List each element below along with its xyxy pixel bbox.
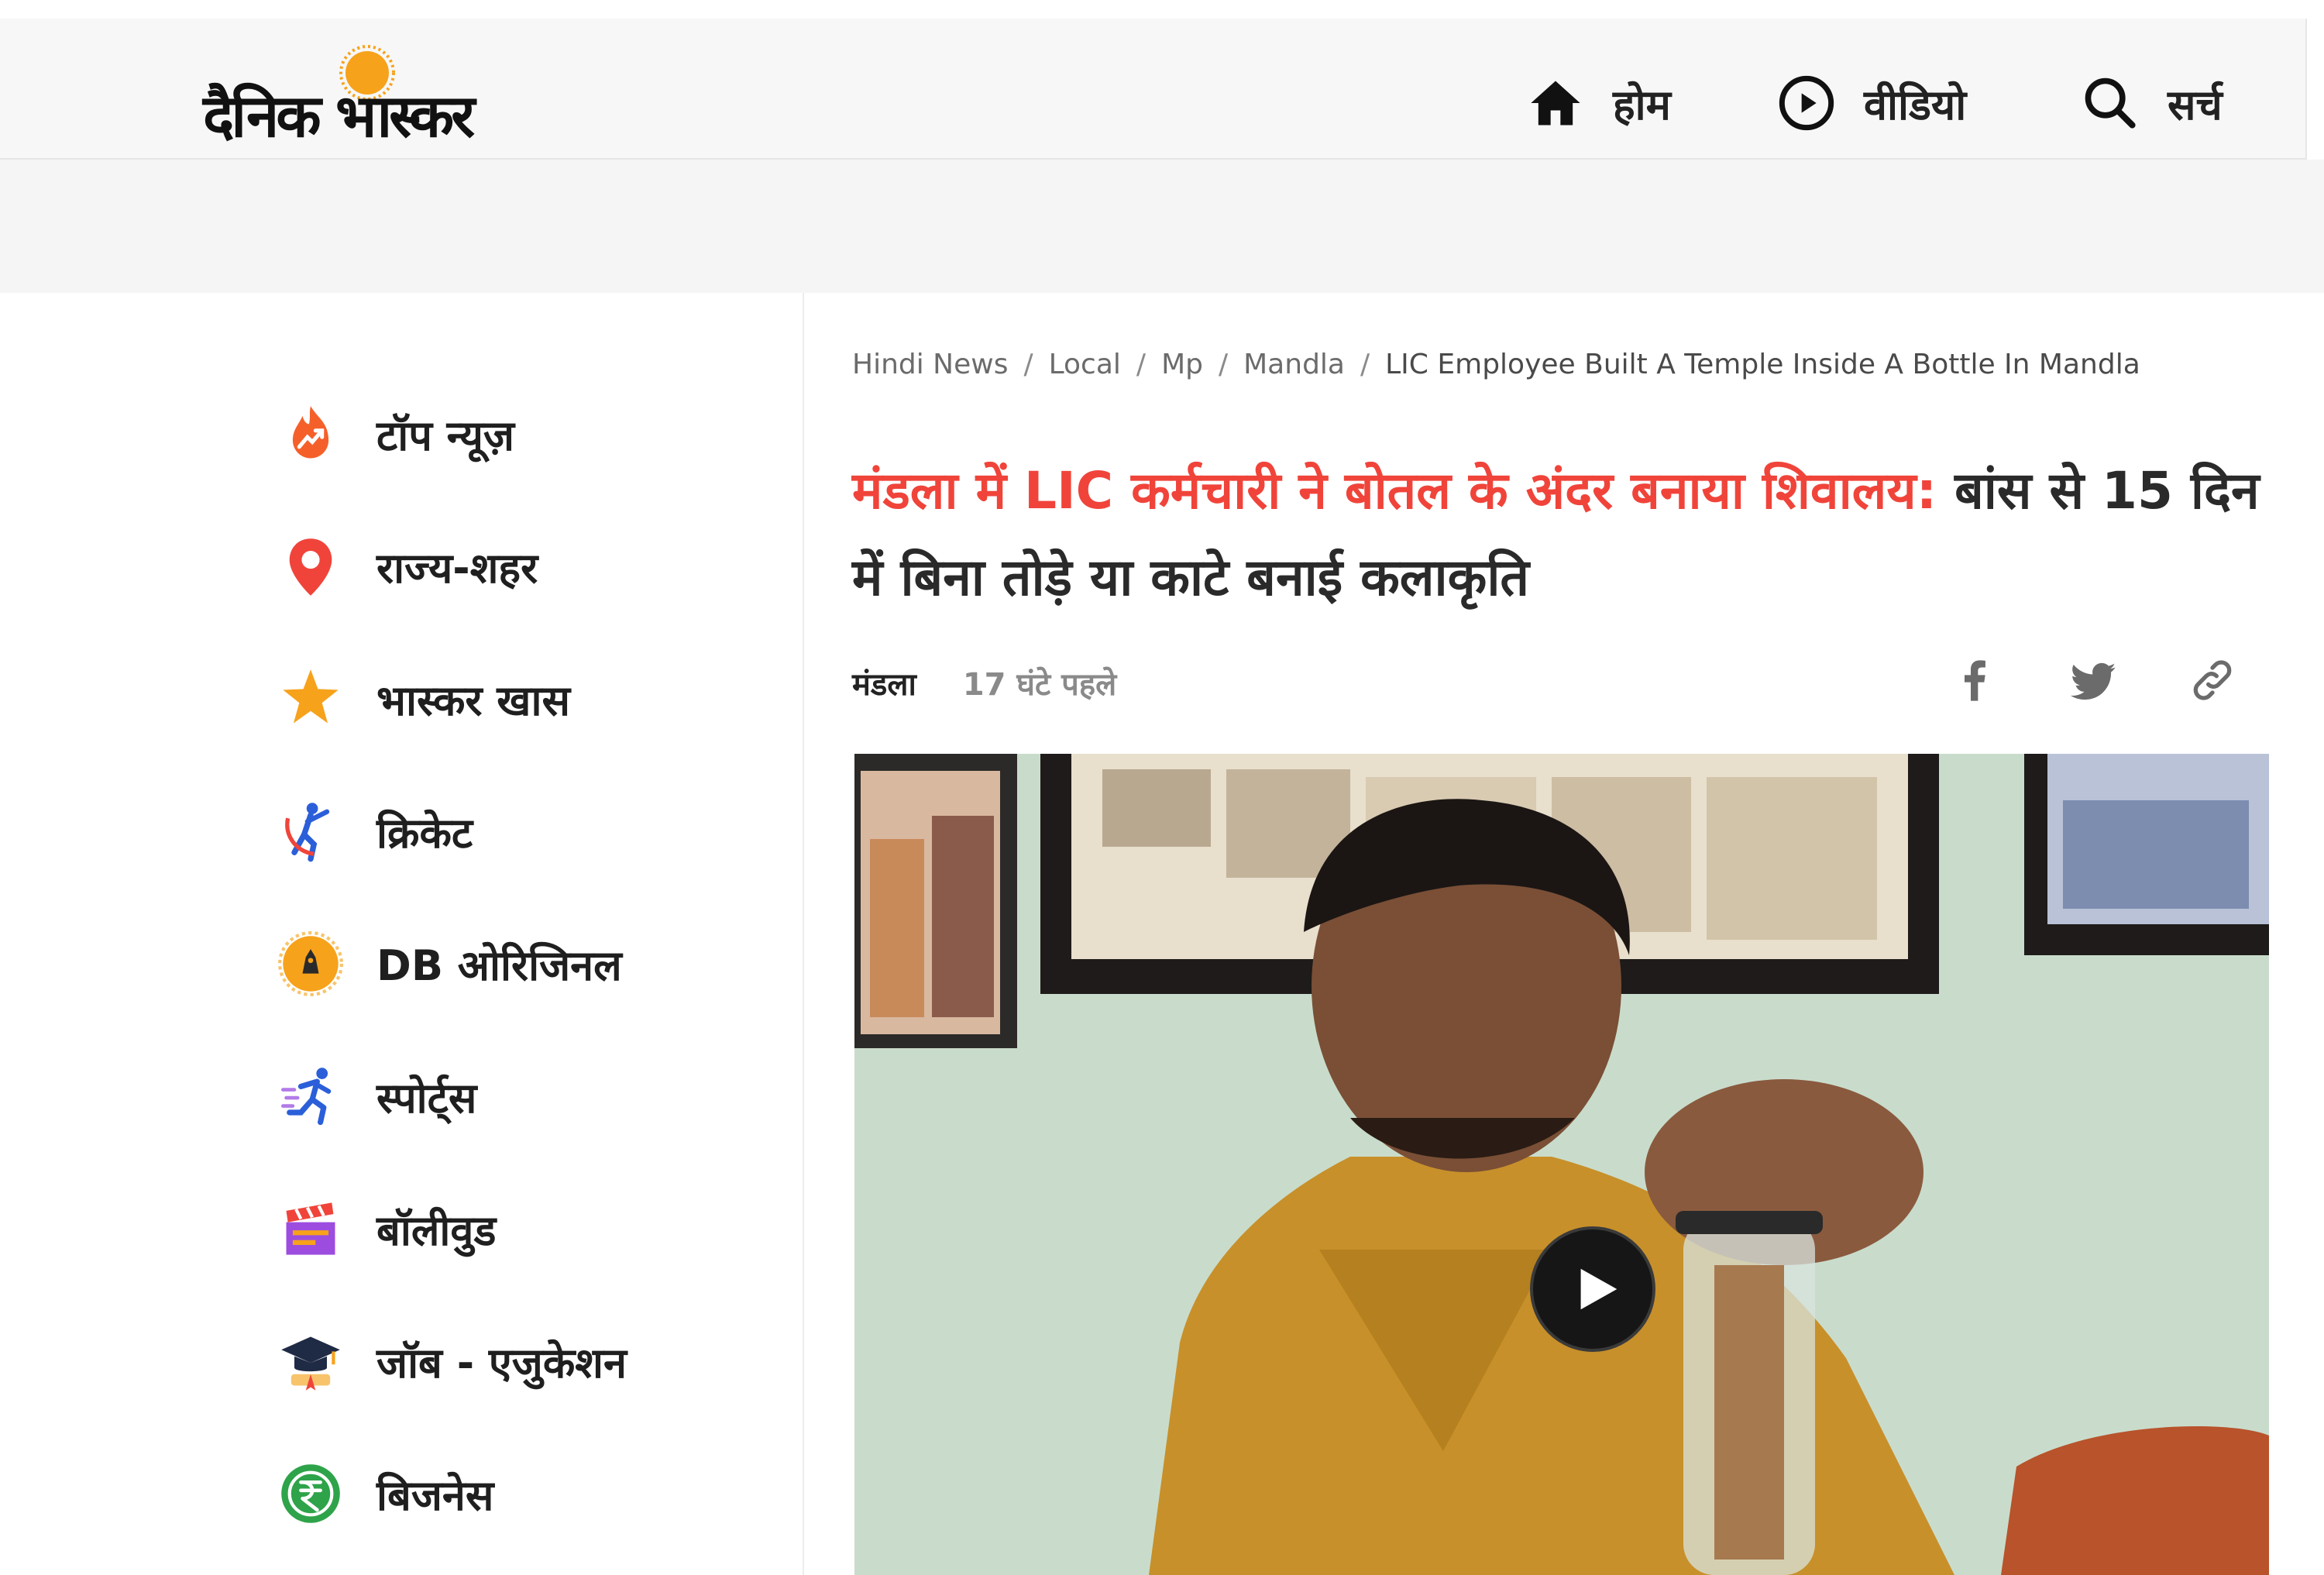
runner-icon: [276, 1061, 346, 1131]
breadcrumb: Hindi News / Local / Mp / Mandla / LIC Employee …: [852, 349, 2140, 380]
breadcrumb-current: LIC Employee Built A Temple Inside A Bot…: [1385, 349, 2140, 380]
twitter-icon: [2070, 662, 2116, 700]
share-twitter-button[interactable]: [2064, 649, 2126, 711]
copy-link-button[interactable]: [2181, 649, 2243, 711]
sidebar-item-job-education[interactable]: जॉब - एजुकेशन: [276, 1319, 627, 1404]
sidebar-item-label: DB ओरिजिनल: [376, 941, 622, 990]
top-strip: [0, 0, 2324, 19]
site-header: दैनिक भास्कर होम वीडियो सर्च: [0, 19, 2307, 160]
breadcrumb-link[interactable]: Mp: [1161, 349, 1203, 380]
flame-trend-icon: [276, 399, 346, 469]
breadcrumb-link[interactable]: Local: [1049, 349, 1121, 380]
sidebar-item-sports[interactable]: स्पोर्ट्स: [276, 1054, 476, 1139]
clapperboard-icon: [276, 1194, 346, 1264]
link-icon: [2193, 660, 2232, 700]
nav-search[interactable]: सर्च: [2081, 68, 2223, 138]
sidebar-item-label: भास्कर खास: [376, 676, 570, 725]
dainik-bhaskar-logo[interactable]: दैनिक भास्कर: [203, 39, 544, 155]
nav-home-label: होम: [1613, 81, 1671, 129]
sidebar-item-label: टॉप न्यूज़: [376, 411, 514, 460]
headline-highlight: मंडला में LIC कर्मचारी ने बोतल के अंदर ब…: [852, 461, 1937, 521]
nav-video[interactable]: वीडियो: [1777, 68, 1966, 138]
article-time: 17 घंटे पहले: [962, 667, 1117, 703]
sidebar-item-state-city[interactable]: राज्य-शहर: [276, 524, 538, 609]
sidebar-item-business[interactable]: बिजनेस: [276, 1451, 493, 1536]
sidebar-item-cricket[interactable]: क्रिकेट: [276, 789, 473, 874]
sidebar-item-bhaskar-khas[interactable]: भास्कर खास: [276, 656, 570, 741]
db-original-icon: [276, 929, 346, 999]
sidebar-item-label: बिजनेस: [376, 1471, 494, 1520]
sidebar-item-label: स्पोर्ट्स: [376, 1074, 477, 1123]
cricket-icon: [276, 796, 346, 866]
article-meta: मंडला 17 घंटे पहले: [852, 662, 1116, 704]
search-icon: [2085, 77, 2136, 129]
video-thumbnail: [854, 754, 2269, 1575]
rupee-icon: [276, 1459, 346, 1529]
article-main: Hindi News / Local / Mp / Mandla / LIC Employee …: [804, 293, 2324, 1575]
sidebar-item-label: क्रिकेट: [376, 809, 473, 858]
article-video-player[interactable]: [854, 754, 2269, 1575]
share-facebook-button[interactable]: [1943, 649, 2005, 711]
breadcrumb-separator: /: [1023, 349, 1033, 380]
breadcrumb-link[interactable]: Mandla: [1243, 349, 1345, 380]
window-edge: [2305, 19, 2324, 158]
sidebar-item-label: जॉब - एजुकेशन: [376, 1339, 627, 1388]
nav-video-label: वीडियो: [1864, 81, 1967, 129]
nav-home[interactable]: होम: [1526, 68, 1671, 138]
article-location[interactable]: मंडला: [852, 662, 916, 704]
nav-search-label: सर्च: [2168, 81, 2223, 129]
play-circle-icon: [1779, 75, 1834, 131]
breadcrumb-separator: /: [1136, 349, 1147, 380]
sidebar-item-label: बॉलीवुड: [376, 1206, 497, 1255]
sidebar-item-bollywood[interactable]: बॉलीवुड: [276, 1186, 496, 1271]
map-pin-icon: [276, 531, 346, 601]
logo-text: दैनिक भास्कर: [203, 81, 475, 150]
breadcrumb-separator: /: [1360, 349, 1370, 380]
breadcrumb-link[interactable]: Hindi News: [852, 349, 1008, 380]
graduation-cap-icon: [276, 1326, 346, 1396]
breadcrumb-separator: /: [1218, 349, 1229, 380]
play-button[interactable]: [1530, 1226, 1655, 1352]
article-headline: मंडला में LIC कर्मचारी ने बोतल के अंदर ब…: [852, 448, 2293, 621]
sidebar-item-label: राज्य-शहर: [376, 544, 538, 593]
facebook-icon: [1965, 660, 1985, 701]
star-icon: [276, 664, 346, 734]
home-icon: [1531, 81, 1580, 126]
play-icon: [1580, 1268, 1618, 1310]
ad-placeholder: [0, 160, 2324, 293]
sidebar: टॉप न्यूज़ राज्य-शहर भास्कर खास क्रिकेट …: [0, 293, 804, 1575]
sidebar-item-db-original[interactable]: DB ओरिजिनल: [276, 921, 622, 1006]
sidebar-item-top-news[interactable]: टॉप न्यूज़: [276, 391, 514, 476]
